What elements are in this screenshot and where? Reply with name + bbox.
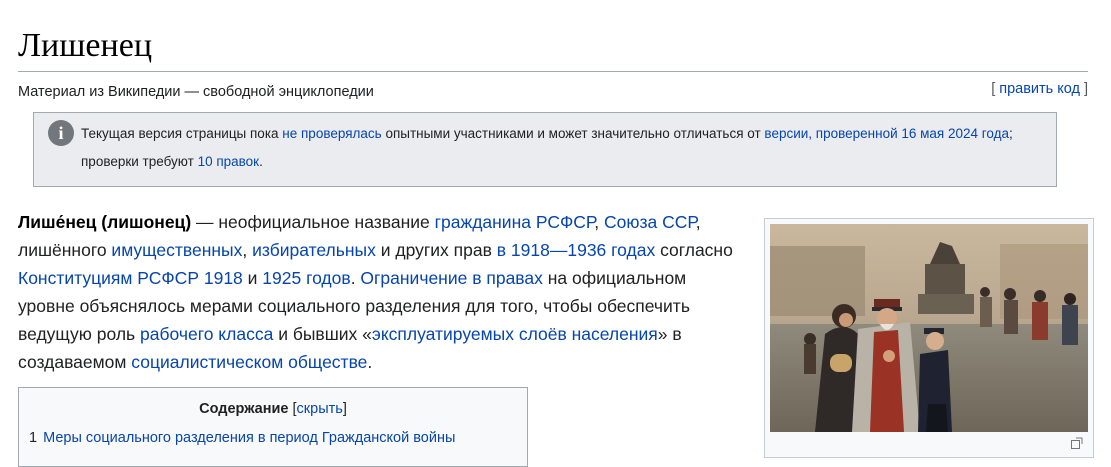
lead-link-citizen[interactable]: гражданина РСФСР — [435, 212, 595, 232]
toc-item-link[interactable]: Меры социального разделения в период Гра… — [43, 430, 455, 446]
painting-image[interactable] — [770, 224, 1088, 432]
lead-term: Лише́нец (лишонец) — [18, 212, 192, 232]
unreviewed-version-notice: i Текущая версия страницы пока не провер… — [33, 112, 1057, 187]
notice-text-2: опытными участниками и может значительно… — [381, 126, 765, 141]
infobox-image — [764, 218, 1094, 458]
lead-link-constitution-1925[interactable]: 1925 годов — [262, 268, 350, 288]
toc-bracket-open: [ — [288, 401, 297, 417]
lead-link-exploited-classes[interactable]: эксплуатируемых слоёв населения — [372, 324, 658, 344]
lead-text: и — [242, 268, 263, 288]
lead-link-constitution-1918[interactable]: Конституциям РСФСР 1918 — [18, 268, 243, 288]
title-divider — [18, 71, 1088, 72]
lead-text: — неофициальное название — [191, 212, 435, 232]
notice-not-reviewed-link[interactable]: не проверялась — [282, 126, 381, 141]
lead-text: . — [367, 352, 373, 372]
toc-bracket-close: ] — [342, 401, 347, 417]
notice-text-1: Текущая версия страницы пока — [81, 126, 283, 141]
site-subtitle: Материал из Википедии — свободной энцикл… — [18, 84, 374, 100]
lead-text: . — [350, 268, 361, 288]
info-icon: i — [48, 120, 74, 146]
notice-text-4: . — [259, 154, 263, 169]
lead-link-ussr[interactable]: Союза ССР — [604, 212, 696, 232]
lead-text: , — [242, 240, 253, 260]
table-of-contents: Содержание [скрыть] 1 Меры социального ра… — [18, 387, 528, 467]
lead-text: , — [594, 212, 604, 232]
toc-item-number: 1 — [29, 430, 38, 446]
toc-list: 1 Меры социального разделения в период Гр… — [29, 430, 455, 446]
lead-text: согласно — [655, 240, 733, 260]
toc-hide-toggle[interactable]: скрыть — [297, 401, 343, 417]
lead-text: и других прав — [375, 240, 497, 260]
notice-reviewed-version-link[interactable]: версии, проверенной 16 мая 2024 года — [764, 126, 1009, 141]
edit-section: [править код] — [991, 81, 1088, 97]
notice-text: Текущая версия страницы пока не проверял… — [81, 120, 1041, 176]
edit-bracket-close: ] — [1083, 81, 1088, 97]
notice-pending-edits-link[interactable]: 10 правок — [198, 154, 260, 169]
page-title: Лишенец — [18, 27, 153, 64]
lead-link-socialist-society[interactable]: социалистическом обществе — [131, 352, 367, 372]
lead-link-working-class[interactable]: рабочего класса — [140, 324, 273, 344]
toc-title: Содержание — [199, 401, 289, 417]
lead-link-electoral[interactable]: избирательных — [252, 240, 376, 260]
toc-item[interactable]: 1 Меры социального разделения в период Гр… — [29, 430, 455, 446]
enlarge-icon[interactable] — [1071, 437, 1083, 449]
lead-paragraph: Лише́нец (лишонец) — неофициальное назва… — [18, 208, 740, 376]
lead-link-restriction[interactable]: Ограничение в правах — [360, 268, 542, 288]
lead-link-property[interactable]: имущественных — [111, 240, 242, 260]
edit-source-link[interactable]: править код — [995, 81, 1084, 97]
toc-header: Содержание [скрыть] — [19, 401, 527, 417]
lead-text: и бывших « — [273, 324, 372, 344]
lead-link-years[interactable]: в 1918—1936 годах — [497, 240, 655, 260]
